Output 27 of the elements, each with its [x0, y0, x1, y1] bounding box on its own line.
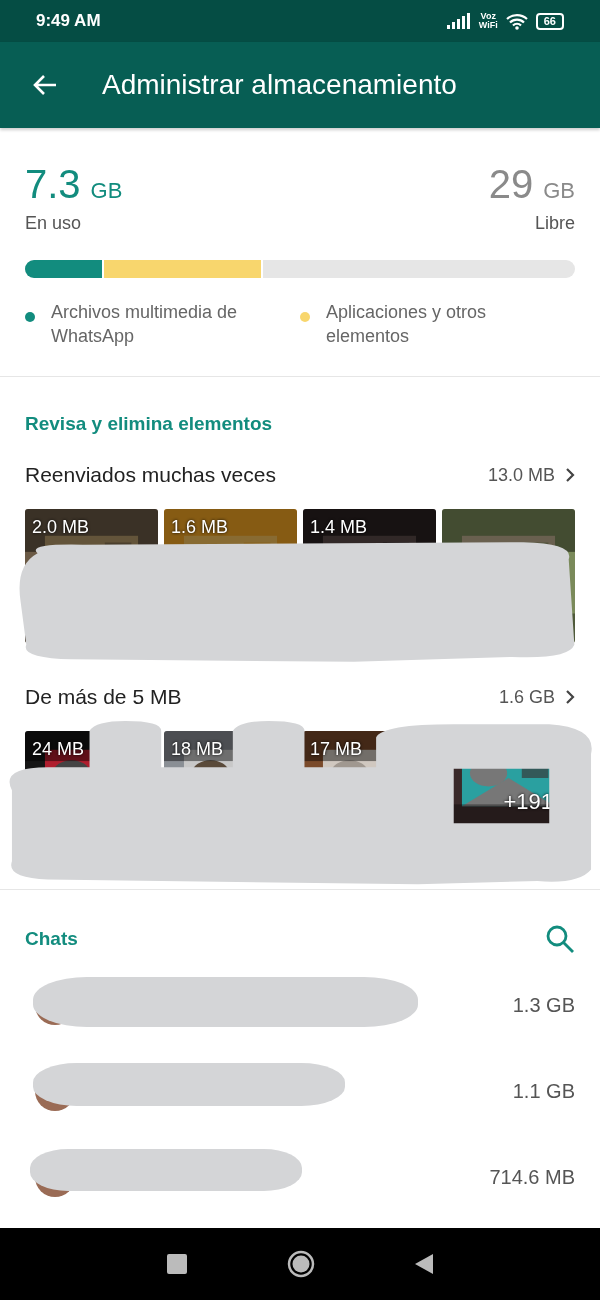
storage-label: En uso	[25, 213, 83, 234]
section-heading: Revisa y elimina elementos	[25, 413, 274, 435]
section-heading: Chats	[25, 928, 78, 950]
chat-size: 714.6 MB	[489, 1165, 575, 1189]
storage-value: 7.3	[25, 162, 81, 207]
storage-unit: GB	[543, 178, 575, 204]
chat-size: 1.1 GB	[512, 1079, 575, 1103]
chat-size: 1.3 GB	[512, 993, 575, 1017]
media-size-label: 1.6 MB	[171, 517, 229, 538]
clock: 9:49 AM	[36, 11, 101, 31]
battery-icon: 66	[535, 12, 564, 30]
group-size-link[interactable]: 1.6 GB	[498, 686, 575, 708]
media-size-label: 24 MB	[32, 739, 85, 760]
media-size-label: 1.4 MB	[310, 517, 368, 538]
group-size-link[interactable]: 13.0 MB	[487, 464, 575, 486]
legend-label: Archivos multimedia de WhatsApp	[51, 301, 239, 348]
storage-label: Libre	[534, 213, 575, 234]
screen-title: Administrar almacenamiento	[102, 69, 457, 101]
group-title: De más de 5 MB	[25, 685, 182, 709]
media-size-label: 2.0 MB	[32, 517, 90, 538]
media-size-label: 18 MB	[171, 739, 224, 760]
legend-label: Aplicaciones y otros elementos	[326, 301, 488, 348]
storage-value: 29	[488, 162, 534, 207]
group-title: Reenviados muchas veces	[25, 463, 276, 487]
media-size-label: 17 MB	[310, 739, 363, 760]
storage-unit: GB	[90, 178, 123, 204]
voz-wifi-label: Voz WiFi	[478, 12, 498, 30]
